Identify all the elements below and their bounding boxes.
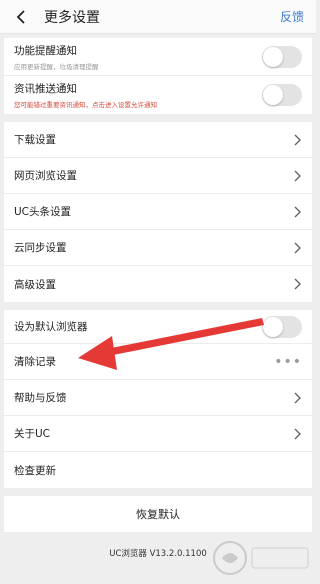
default-browser-label: 设为默认浏览器 (14, 321, 88, 333)
back-button[interactable] (10, 6, 32, 28)
news-push-warning: 您可能错过重要资讯通知，点击进入设置允许通知 (14, 101, 157, 109)
feature-notification-desc: 应用更新提醒，垃圾清理提醒 (14, 62, 99, 71)
settings-item-browsing[interactable]: 网页浏览设置 (4, 158, 312, 194)
settings-item-label: 下载设置 (14, 134, 56, 146)
feedback-link[interactable]: 反馈 (280, 8, 304, 25)
chevron-right-icon (294, 134, 301, 145)
settings-item-cloud-sync[interactable]: 云同步设置 (4, 230, 312, 266)
settings-item-uc-headlines[interactable]: UC头条设置 (4, 194, 312, 230)
settings-item-label: 网页浏览设置 (14, 170, 77, 182)
default-browser-row[interactable]: 设为默认浏览器 (4, 310, 312, 344)
feature-notification-label: 功能提醒通知 (14, 44, 77, 57)
news-push-toggle[interactable] (262, 84, 302, 106)
chevron-right-icon (294, 170, 301, 181)
settings-group: 下载设置 网页浏览设置 UC头条设置 云同步设置 高级设置 (4, 122, 312, 302)
check-update-label: 检查更新 (14, 464, 56, 477)
clear-history-label: 清除记录 (14, 356, 56, 368)
settings-item-label: UC头条设置 (14, 206, 72, 218)
settings-item-label: 云同步设置 (14, 242, 67, 254)
settings-item-label: 高级设置 (14, 278, 56, 291)
chevron-right-icon (294, 278, 301, 290)
default-browser-toggle[interactable] (262, 315, 302, 338)
about-uc-row[interactable]: 关于UC (4, 416, 312, 452)
general-group: 设为默认浏览器 清除记录 ••• 帮助与反馈 关于UC 检查更新 (4, 310, 312, 488)
help-feedback-label: 帮助与反馈 (14, 392, 67, 404)
about-uc-label: 关于UC (14, 428, 51, 440)
chevron-right-icon (294, 428, 301, 439)
help-feedback-row[interactable]: 帮助与反馈 (4, 380, 312, 416)
feature-notification-row[interactable]: 功能提醒通知 应用更新提醒，垃圾清理提醒 (4, 38, 312, 76)
chevron-right-icon (294, 242, 301, 253)
back-arrow-icon (16, 9, 25, 24)
news-push-row[interactable]: 资讯推送通知 您可能错过重要资讯通知，点击进入设置允许通知 (4, 76, 312, 114)
settings-item-download[interactable]: 下载设置 (4, 122, 312, 158)
check-update-row[interactable]: 检查更新 (4, 452, 312, 488)
feature-notification-toggle[interactable] (262, 45, 302, 68)
settings-item-advanced[interactable]: 高级设置 (4, 266, 312, 302)
chevron-right-icon (294, 206, 301, 217)
notification-group: 功能提醒通知 应用更新提醒，垃圾清理提醒 资讯推送通知 您可能错过重要资讯通知，… (4, 38, 312, 114)
news-push-label: 资讯推送通知 (14, 83, 77, 95)
restore-group: 恢复默认 (4, 496, 312, 532)
watermark-logo (213, 541, 309, 575)
chevron-right-icon (294, 392, 301, 403)
page-title: 更多设置 (44, 9, 100, 26)
clear-history-row[interactable]: 清除记录 ••• (4, 344, 312, 380)
restore-default-button[interactable]: 恢复默认 (4, 496, 312, 532)
header-bar: 更多设置 反馈 (0, 0, 316, 34)
more-dots-icon[interactable]: ••• (274, 355, 302, 369)
